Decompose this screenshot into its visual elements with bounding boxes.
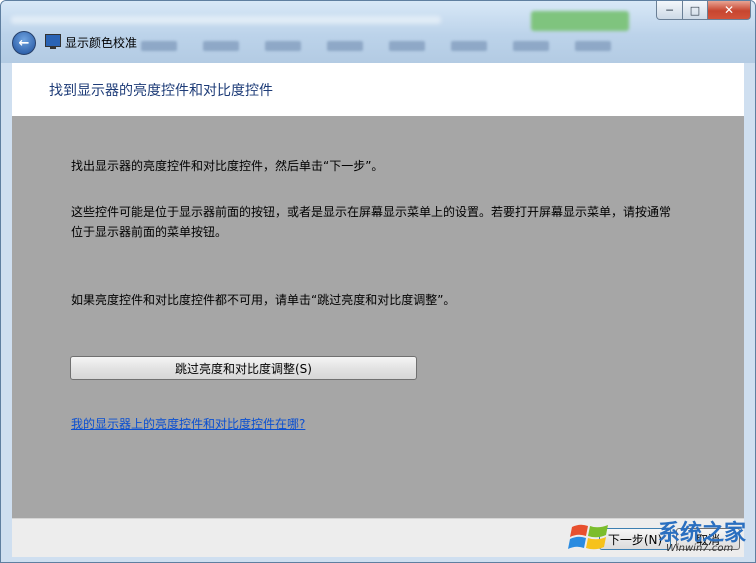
help-link[interactable]: 我的显示器上的亮度控件和对比度控件在哪? xyxy=(71,415,305,432)
blurred-background-toolbar xyxy=(141,41,611,55)
back-arrow-icon[interactable]: ← xyxy=(12,31,36,55)
page-header: 找到显示器的亮度控件和对比度控件 xyxy=(12,63,744,116)
title-bar: ─ □ ✕ ← 显示颜色校准 xyxy=(1,1,755,63)
next-button[interactable]: 下一步(N) xyxy=(599,528,671,550)
minimize-button[interactable]: ─ xyxy=(656,1,683,20)
monitor-icon xyxy=(45,34,61,49)
wizard-footer: 下一步(N) 取消 xyxy=(12,518,744,557)
calibration-window: ─ □ ✕ ← 显示颜色校准 找到显示器的亮度控件和对比度控件 找出显示器的亮度… xyxy=(0,0,756,563)
wizard-content: 找到显示器的亮度控件和对比度控件 找出显示器的亮度控件和对比度控件，然后单击“下… xyxy=(12,63,744,557)
blurred-address-bar xyxy=(11,16,441,24)
cancel-button[interactable]: 取消 xyxy=(676,528,740,550)
window-title: 显示颜色校准 xyxy=(65,36,138,50)
page-title: 找到显示器的亮度控件和对比度控件 xyxy=(49,83,273,99)
caption-buttons: ─ □ ✕ xyxy=(656,1,751,20)
instruction-text-3: 如果亮度控件和对比度控件都不可用，请单击“跳过亮度和对比度调整”。 xyxy=(71,293,456,307)
instruction-text-2: 这些控件可能是位于显示器前面的按钮，或者是显示在屏幕显示菜单上的设置。若要打开屏… xyxy=(71,205,672,239)
skip-adjustment-button[interactable]: 跳过亮度和对比度调整(S) xyxy=(70,356,417,380)
blurred-background-button xyxy=(531,11,629,31)
instruction-text-1: 找出显示器的亮度控件和对比度控件，然后单击“下一步”。 xyxy=(71,159,384,173)
close-button[interactable]: ✕ xyxy=(708,1,751,20)
maximize-button[interactable]: □ xyxy=(683,1,708,20)
